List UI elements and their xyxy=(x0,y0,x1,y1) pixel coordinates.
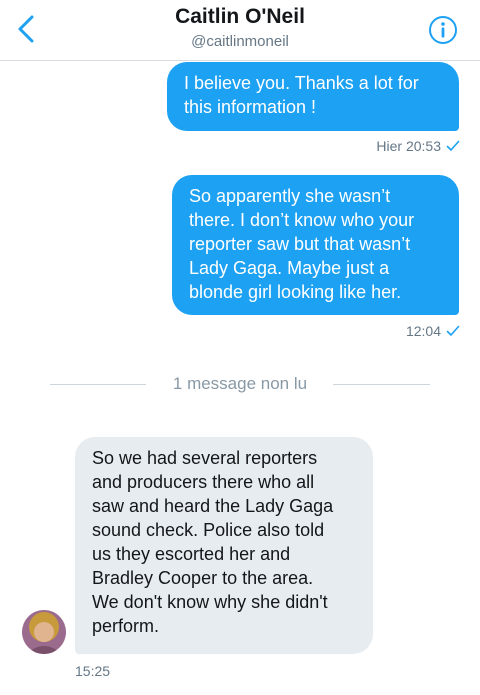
message-timestamp: 12:04 xyxy=(405,323,441,339)
message-line: and producers there who all xyxy=(92,472,315,492)
checkmark-icon xyxy=(446,140,460,151)
message-bubble-outgoing[interactable]: I believe you. Thanks a lot for this inf… xyxy=(167,62,459,131)
message-timestamp: 15:25 xyxy=(75,663,111,679)
message-bubble-outgoing[interactable]: So apparently she wasn’t there. I don’t … xyxy=(172,175,459,315)
message-line: We don't know why she didn't xyxy=(92,592,328,612)
checkmark-icon xyxy=(446,325,460,336)
contact-handle: @caitlinmoneil xyxy=(191,33,289,50)
contact-name: Caitlin O'Neil xyxy=(175,5,305,28)
message-line: So apparently she wasn’t xyxy=(189,186,391,206)
message-line: blonde girl looking like her. xyxy=(189,282,402,302)
message-line: So we had several reporters xyxy=(92,448,318,468)
conversation-header: Caitlin O'Neil @caitlinmoneil xyxy=(0,0,480,61)
message-line: perform. xyxy=(92,616,160,636)
message-bubble-incoming[interactable]: So we had several reporters and producer… xyxy=(75,437,373,654)
message-line: reporter saw but that wasn’t xyxy=(189,234,411,254)
unread-divider: 1 message non lu xyxy=(0,372,480,396)
message-meta: Hier 20:53 xyxy=(376,138,460,154)
message-timestamp: Hier 20:53 xyxy=(376,138,441,154)
avatar[interactable] xyxy=(22,610,66,654)
message-line: us they escorted her and xyxy=(92,544,291,564)
message-line: Bradley Cooper to the area. xyxy=(92,568,314,588)
message-line: Lady Gaga. Maybe just a xyxy=(189,258,390,278)
message-meta: 12:04 xyxy=(406,323,460,339)
info-button[interactable] xyxy=(428,15,458,45)
info-icon xyxy=(429,16,457,44)
message-line: there. I don’t know who your xyxy=(189,210,415,230)
message-line: this information ! xyxy=(184,97,317,117)
message-line: saw and heard the Lady Gaga xyxy=(92,496,334,516)
avatar-photo xyxy=(22,610,66,654)
message-line: I believe you. Thanks a lot for xyxy=(184,73,419,93)
divider-line xyxy=(333,384,430,385)
message-line: sound check. Police also told xyxy=(92,520,325,540)
